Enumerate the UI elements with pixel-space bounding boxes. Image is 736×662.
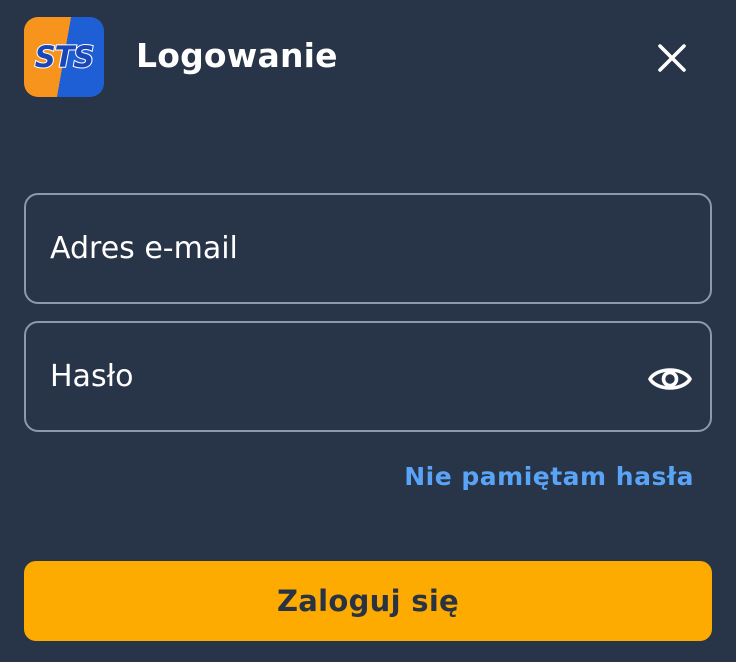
show-password-button[interactable] — [646, 355, 694, 403]
login-modal: STS Logowanie Nie pamiętam hasła Zaloguj… — [0, 0, 736, 662]
eye-icon — [648, 368, 692, 390]
modal-title: Logowanie — [136, 36, 338, 75]
logo-text: STS — [34, 39, 96, 75]
password-field[interactable] — [24, 321, 712, 432]
password-input[interactable] — [50, 323, 640, 430]
sts-logo: STS — [24, 17, 104, 97]
login-button[interactable]: Zaloguj się — [24, 561, 712, 641]
email-field[interactable] — [24, 193, 712, 304]
email-input[interactable] — [50, 195, 650, 302]
close-icon — [658, 44, 686, 72]
forgot-password-link[interactable]: Nie pamiętam hasła — [404, 462, 694, 491]
close-button[interactable] — [648, 34, 696, 82]
